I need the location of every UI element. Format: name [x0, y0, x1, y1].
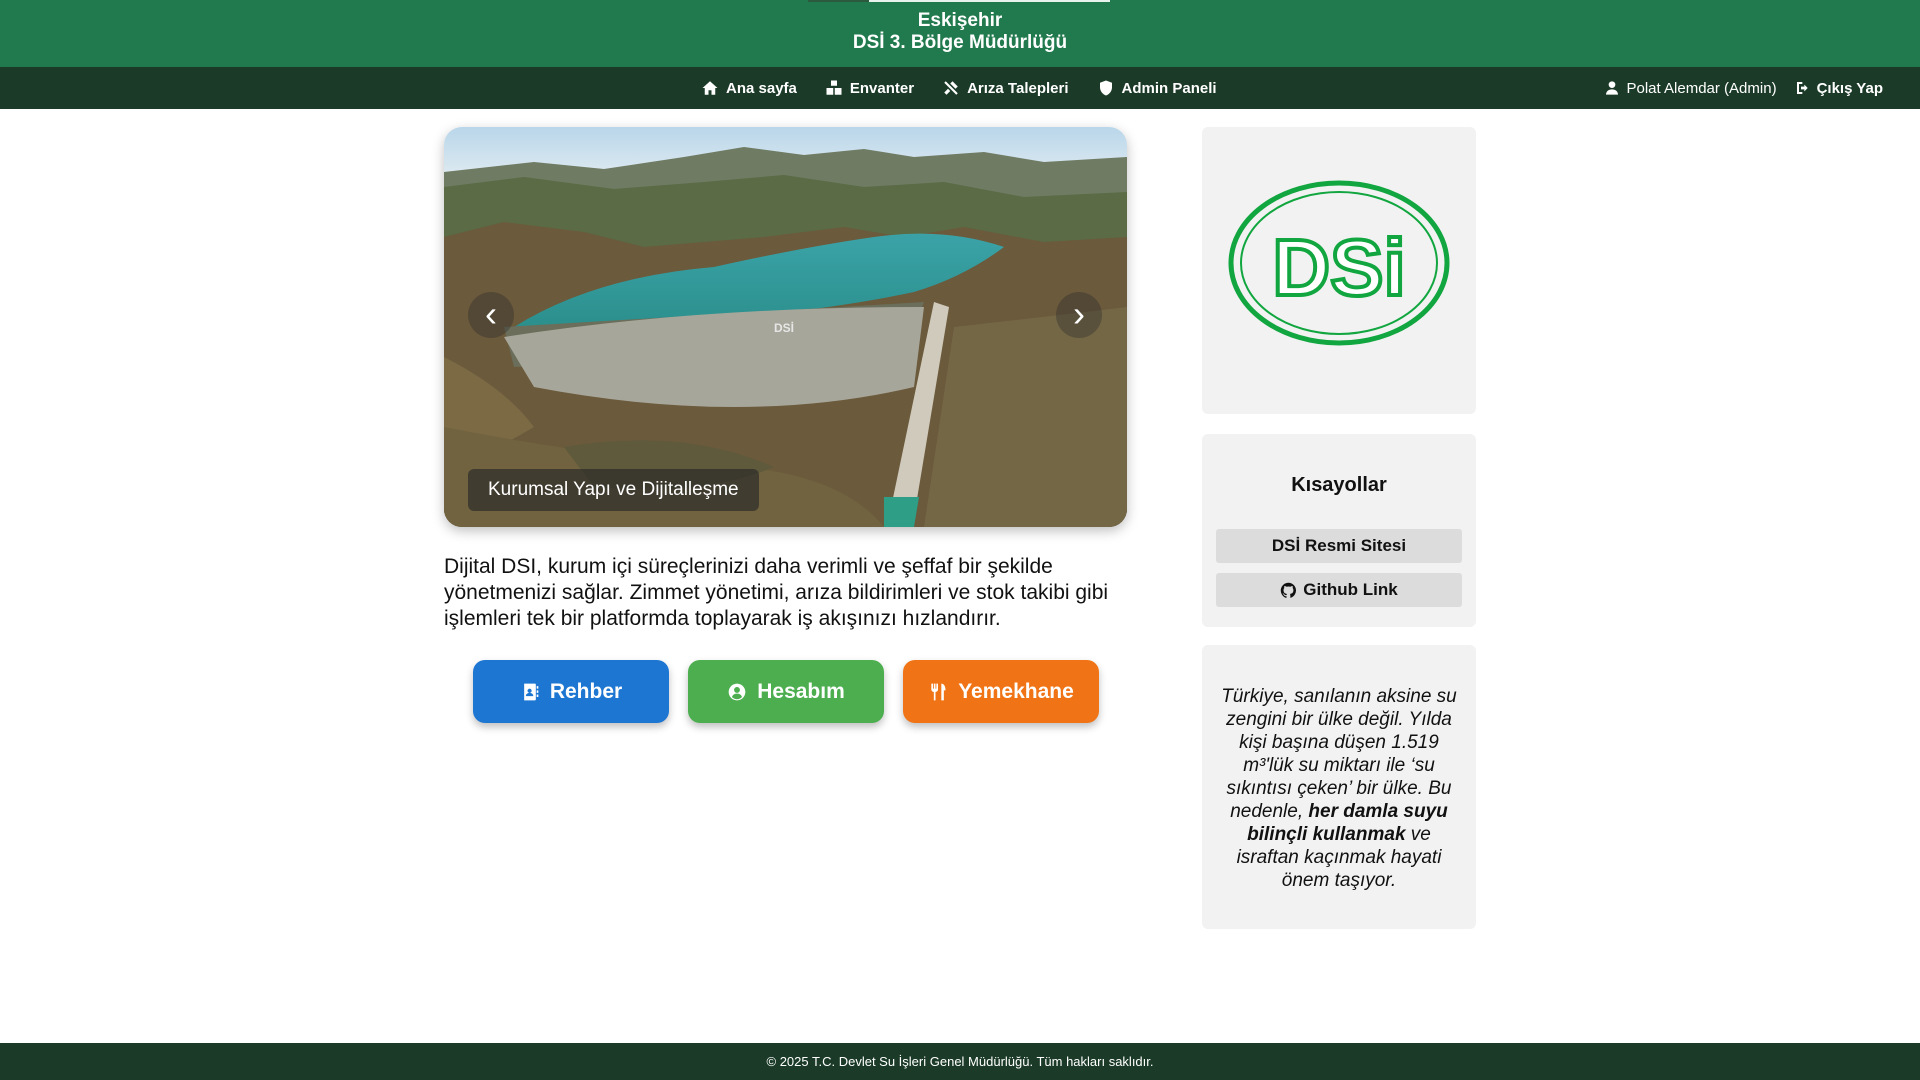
- dsi-official-site-link[interactable]: DSİ Resmi Sitesi: [1216, 529, 1462, 563]
- shield-icon: [1099, 80, 1112, 96]
- shortcut-label: Github Link: [1303, 580, 1398, 599]
- cafeteria-button[interactable]: Yemekhane: [903, 660, 1099, 723]
- boxes-icon: [826, 80, 842, 95]
- shortcut-label: DSİ Resmi Sitesi: [1271, 536, 1407, 555]
- footer: © 2025 T.C. Devlet Su İşleri Genel Müdür…: [0, 1043, 1920, 1080]
- header-accent-line: [808, 0, 869, 2]
- nav-item-label: Ana sayfa: [726, 79, 797, 97]
- main-navbar: Ana sayfa Envanter Arıza Talepleri Admin…: [0, 67, 1920, 109]
- utensils-icon: [931, 683, 946, 700]
- user-name: Polat Alemdar (Admin): [1626, 79, 1777, 97]
- logo-card: DSi: [1202, 127, 1476, 414]
- directory-button[interactable]: Rehber: [473, 660, 669, 723]
- my-account-label: Hesabım: [757, 679, 845, 703]
- shortcuts-card: Kısayollar DSİ Resmi Sitesi Github Link: [1202, 434, 1476, 627]
- my-account-button[interactable]: Hesabım: [688, 660, 884, 723]
- address-book-icon: [523, 683, 539, 700]
- directory-label: Rehber: [549, 679, 623, 703]
- github-link[interactable]: Github Link: [1216, 573, 1462, 607]
- intro-text: Dijital DSI, kurum içi süreçlerinizi dah…: [444, 555, 1109, 630]
- water-quote: Türkiye, sanılanın aksine su zengini bir…: [1216, 685, 1462, 892]
- site-header: Eskişehir DSİ 3. Bölge Müdürlüğü: [0, 0, 1920, 67]
- logout-button[interactable]: Çıkış Yap: [1795, 80, 1883, 97]
- water-awareness-card: Türkiye, sanılanın aksine su zengini bir…: [1202, 645, 1476, 929]
- github-icon: [1281, 582, 1297, 598]
- user-icon: [1605, 81, 1618, 95]
- nav-item-label: Envanter: [849, 79, 915, 97]
- dsi-logo: DSi: [1228, 180, 1450, 346]
- cafeteria-label: Yemekhane: [958, 679, 1074, 703]
- nav-user-area: Polat Alemdar (Admin) Çıkış Yap: [1604, 67, 1883, 109]
- carousel-caption: Kurumsal Yapı ve Dijitalleşme: [468, 469, 759, 511]
- user-circle-icon: [728, 683, 746, 700]
- nav-item-fault-requests[interactable]: Arıza Talepleri: [942, 79, 1069, 97]
- header-accent-line: [869, 0, 1110, 2]
- dam-landscape-image: DSİ: [444, 127, 1127, 527]
- image-carousel: DSİ ‹ › Kurumsal Yapı ve Dijitalleşme: [444, 127, 1127, 527]
- header-city: Eskişehir: [917, 10, 1003, 31]
- tools-icon: [944, 81, 958, 95]
- nav-links: Ana sayfa Envanter Arıza Talepleri Admin…: [701, 67, 1217, 109]
- nav-item-home[interactable]: Ana sayfa: [701, 79, 797, 97]
- shortcuts-title: Kısayollar: [1291, 474, 1387, 496]
- logout-icon: [1796, 82, 1808, 94]
- carousel-next-button[interactable]: ›: [1056, 292, 1102, 338]
- dam-lettering: DSİ: [774, 320, 794, 335]
- nav-item-label: Arıza Talepleri: [967, 79, 1069, 97]
- user-profile[interactable]: Polat Alemdar (Admin): [1604, 80, 1777, 97]
- carousel-prev-button[interactable]: ‹: [468, 292, 514, 338]
- home-icon: [702, 81, 718, 95]
- nav-item-admin-panel[interactable]: Admin Paneli: [1097, 79, 1217, 97]
- header-org-title: DSİ 3. Bölge Müdürlüğü: [852, 32, 1068, 53]
- nav-item-label: Admin Paneli: [1121, 79, 1217, 97]
- nav-item-inventory[interactable]: Envanter: [825, 79, 914, 97]
- logout-label: Çıkış Yap: [1816, 79, 1883, 97]
- logo-lettering: DSi: [1272, 223, 1405, 312]
